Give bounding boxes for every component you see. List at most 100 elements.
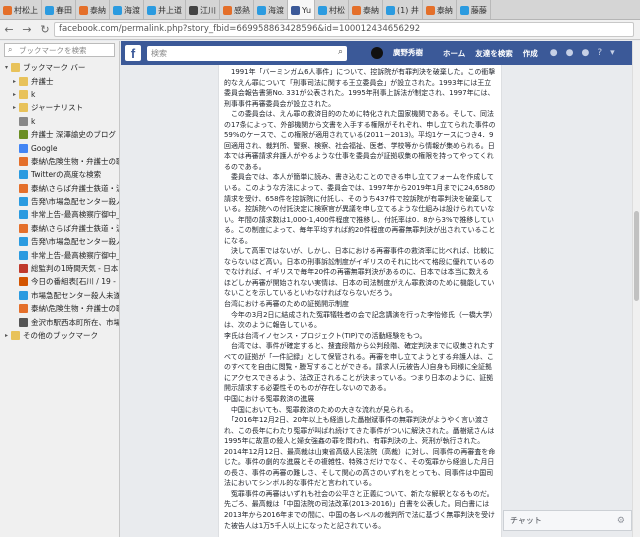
browser-tab[interactable]: 泰納	[349, 0, 384, 19]
scrollbar-thumb[interactable]	[634, 211, 639, 301]
right-gutter	[503, 65, 632, 537]
folder-icon	[19, 103, 28, 113]
bookmark-tree: ▾ ブックマーク バー ▸ 弁護士 ▸ k ▸ ジャーナリスト k 弁護士 深澤諭史のブログ Goo…	[0, 61, 119, 342]
help-icon[interactable]: ?	[597, 48, 602, 58]
tab-favicon-icon	[3, 5, 12, 15]
bookmark-item[interactable]: 告発\市場急配センター殺人	[0, 195, 119, 208]
bookmark-item[interactable]: 弁護士 深澤諭史のブログ	[0, 128, 119, 141]
forward-icon[interactable]: →	[18, 23, 36, 36]
browser-tab[interactable]: 井上道	[144, 0, 186, 19]
facebook-header: f 検索 ⌕ 廣野秀樹 ホーム 友達を検索 作成 ● ● ● ? ▾	[121, 41, 632, 65]
browser-tab[interactable]: 村松	[315, 0, 350, 19]
bookmark-item[interactable]: 泰納\危険生物・弁護士の職	[0, 155, 119, 168]
tab-favicon-icon	[459, 5, 469, 15]
browser-tab[interactable]: 村松上	[0, 0, 42, 19]
bookmark-item[interactable]: 今日の番組表[石川 / 19 -	[0, 275, 119, 288]
browser-tab[interactable]: 春田	[42, 0, 76, 19]
favicon-icon	[19, 183, 28, 193]
bookmark-folder[interactable]: ▸ 弁護士	[0, 74, 119, 87]
browser-tab[interactable]: 藤藤	[457, 0, 491, 19]
folder-icon	[19, 89, 28, 99]
page-scrollbar[interactable]	[632, 41, 640, 537]
post-paragraph: 中国における冤罪救済の進展	[224, 394, 315, 403]
tab-label: (1) 井	[397, 5, 419, 15]
bookmark-item[interactable]: Twitterの高度な検索	[0, 168, 119, 181]
browser-tab[interactable]: (1) 井	[383, 0, 423, 19]
bookmark-label: 今日の番組表[石川 / 19 -	[31, 277, 116, 287]
browser-tab[interactable]: 海渡	[254, 0, 288, 19]
bookmark-item[interactable]: k	[0, 115, 119, 128]
header-icons: ● ● ● ? ▾	[550, 48, 623, 58]
favicon-icon	[19, 197, 28, 207]
bookmark-label: Twitterの高度な検索	[31, 170, 102, 180]
favicon-icon	[19, 116, 28, 126]
bookmark-item[interactable]: 非常上告-最高検察庁御中_	[0, 248, 119, 261]
tab-favicon-icon	[257, 5, 266, 15]
messages-icon[interactable]: ●	[566, 48, 574, 58]
favicon-icon	[19, 317, 28, 327]
browser-tab[interactable]: Yu	[288, 0, 316, 19]
chevron-icon[interactable]: ▾	[2, 64, 11, 71]
nav-create[interactable]: 作成	[523, 48, 538, 59]
notifications-icon[interactable]: ●	[582, 48, 590, 58]
gear-icon[interactable]: ⚙	[617, 516, 625, 526]
tab-label: 泰納	[90, 5, 106, 15]
tab-favicon-icon	[318, 5, 328, 15]
menu-icon[interactable]: ▾	[610, 48, 615, 58]
favicon-icon	[19, 170, 28, 180]
favicon-icon	[19, 277, 28, 287]
bookmark-item[interactable]: 泰納\さらば弁護士鉄道・泥	[0, 222, 119, 235]
chevron-icon[interactable]: ▸	[10, 91, 19, 98]
bookmark-item[interactable]: 泰納\さらば弁護士鉄道・泥	[0, 182, 119, 195]
tab-label: 海渡	[124, 5, 140, 15]
tab-favicon-icon	[425, 5, 435, 15]
bookmark-label: 泰納\危険生物・弁護士の職	[31, 304, 119, 314]
post-paragraph: 今年の3月2日に結成された冤罪犠牲者の会で記念講演を行った李怡修氏（一橋大学）は…	[224, 310, 493, 330]
bookmark-item[interactable]: 金沢市駅西本町所在、市場	[0, 315, 119, 328]
bookmark-folder[interactable]: ▸ k	[0, 88, 119, 101]
bookmark-item[interactable]: 総監判の1時間天気 - 日本	[0, 262, 119, 275]
chat-bar[interactable]: チャット ⚙	[503, 510, 632, 531]
nav-home[interactable]: ホーム	[443, 48, 465, 59]
friends-icon[interactable]: ●	[550, 48, 558, 58]
bookmark-item[interactable]: 市場急配センター殺人未遂	[0, 289, 119, 302]
nav-find-friends[interactable]: 友達を検索	[475, 48, 513, 59]
bookmark-item[interactable]: 泰納\危険生物・弁護士の職	[0, 302, 119, 315]
bookmark-label: 金沢市駅西本町所在、市場	[31, 317, 119, 327]
chevron-icon[interactable]: ▸	[2, 332, 11, 339]
browser-tab[interactable]: 感熱	[220, 0, 254, 19]
favicon-icon	[19, 237, 28, 247]
address-toolbar: ← → ↻ facebook.com/permalink.php?story_f…	[0, 20, 640, 40]
facebook-search-input[interactable]: 検索 ⌕	[147, 45, 347, 61]
bookmark-label: 泰納\危険生物・弁護士の職	[31, 156, 119, 166]
tab-favicon-icon	[291, 5, 300, 15]
profile-link[interactable]: 廣野秀樹	[371, 47, 433, 59]
back-icon[interactable]: ←	[0, 23, 18, 36]
bookmark-item[interactable]: Google	[0, 141, 119, 154]
favicon-icon	[19, 290, 28, 300]
chevron-icon[interactable]: ▸	[10, 104, 19, 111]
bookmark-folder[interactable]: ▸ その他のブックマーク	[0, 329, 119, 342]
tab-label: 海渡	[268, 5, 284, 15]
bookmark-item[interactable]: 告発\市場急配センター殺人	[0, 235, 119, 248]
browser-tab[interactable]: 江川	[186, 0, 220, 19]
post-paragraph: 台湾における再審のための証拠開示制度	[224, 300, 349, 309]
bookmark-folder[interactable]: ▾ ブックマーク バー	[0, 61, 119, 74]
browser-tab[interactable]: 泰納	[423, 0, 457, 19]
post-paragraph: 冤罪事件の再審はいずれも社会の公平さと正義について、新たな解釈となるものだ。先ご…	[224, 489, 495, 530]
search-icon[interactable]: ⌕	[338, 47, 343, 57]
browser-tab[interactable]: 海渡	[110, 0, 144, 19]
bookmark-label: 市場急配センター殺人未遂	[31, 290, 119, 300]
post-paragraph: この委員会は、えん罪の救済目的のために特化された国家機関である。そして、同法の1…	[224, 110, 496, 171]
tab-favicon-icon	[386, 5, 396, 15]
bookmark-item[interactable]: 非常上告-最高検察庁御中_	[0, 208, 119, 221]
bookmark-folder[interactable]: ▸ ジャーナリスト	[0, 101, 119, 114]
post-paragraph: 台湾では、事件が確定すると、捜査段階から公判段階、確定判決までに収集されたすべて…	[224, 342, 495, 393]
bookmark-search-input[interactable]: ⌕ ブックマークを検索	[4, 43, 115, 57]
url-field[interactable]: facebook.com/permalink.php?story_fbid=66…	[54, 22, 634, 37]
chevron-icon[interactable]: ▸	[10, 78, 19, 85]
reload-icon[interactable]: ↻	[36, 23, 54, 36]
browser-tab[interactable]: 泰納	[76, 0, 110, 19]
post-paragraph: 中国においても、冤罪救済のための大きな流れが見られる。	[224, 405, 418, 414]
facebook-logo-icon[interactable]: f	[125, 45, 141, 61]
